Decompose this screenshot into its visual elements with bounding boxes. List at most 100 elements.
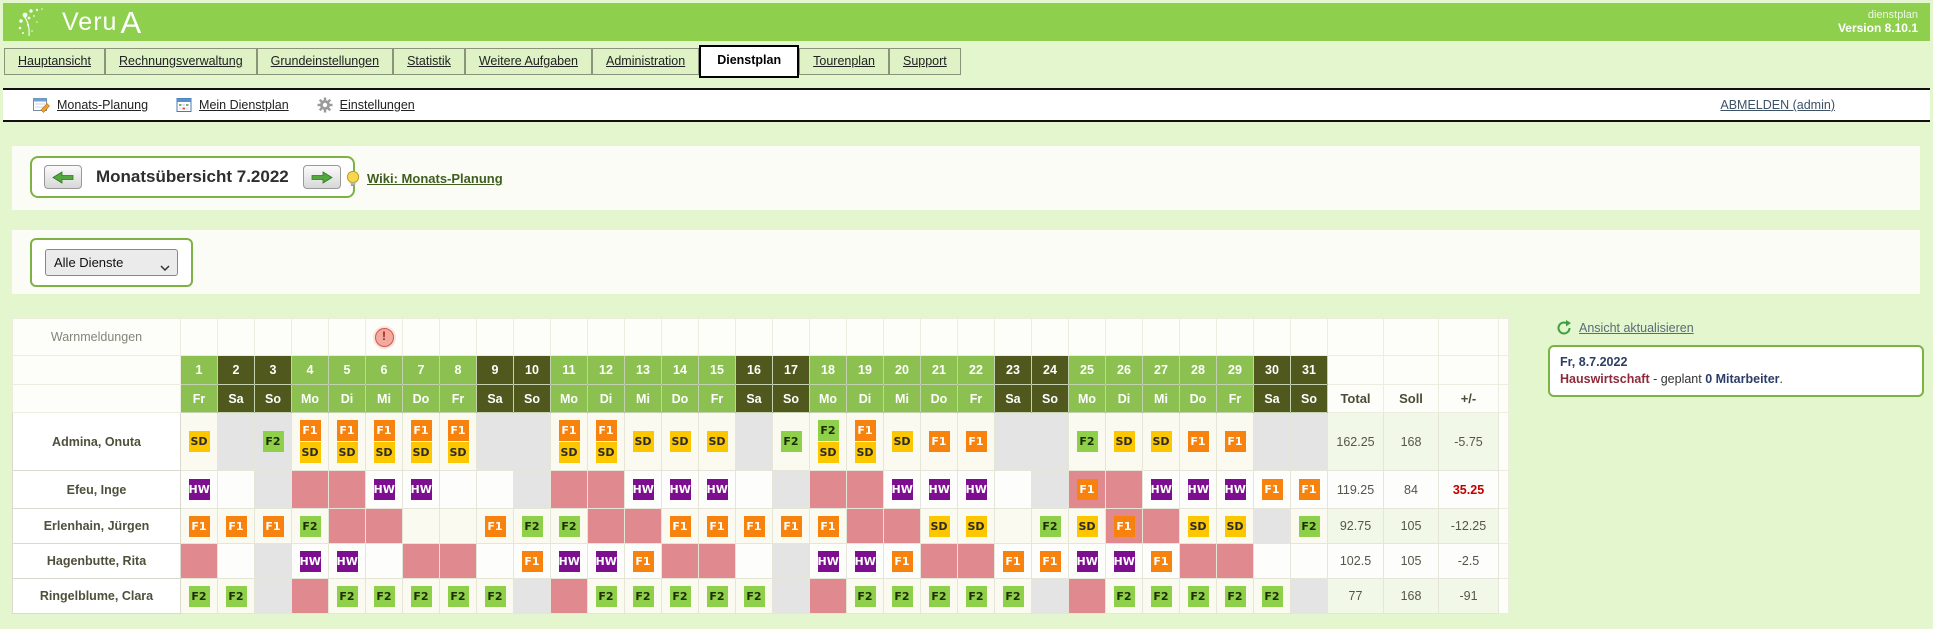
shift-cell-day-22[interactable]: HW	[958, 471, 995, 509]
shift-cell-day-26[interactable]	[1106, 471, 1143, 509]
shift-cell-day-27[interactable]: F1	[1143, 544, 1180, 579]
shift-cell-day-18[interactable]: F2SD	[810, 413, 847, 471]
shift-cell-day-28[interactable]: F1	[1180, 413, 1217, 471]
shift-cell-day-2[interactable]	[218, 544, 255, 579]
shift-cell-day-28[interactable]: HW	[1180, 471, 1217, 509]
shift-cell-day-8[interactable]: F1SD	[440, 413, 477, 471]
shift-cell-day-1[interactable]: HW	[181, 471, 218, 509]
shift-cell-day-11[interactable]	[551, 471, 588, 509]
subnav-item-einstellungen[interactable]: Einstellungen	[317, 97, 415, 113]
subnav-item-mein-dienstplan[interactable]: Mein Dienstplan	[176, 97, 289, 113]
tab-label[interactable]: Rechnungsverwaltung	[119, 54, 243, 68]
tab-tourenplan[interactable]: Tourenplan	[799, 48, 889, 75]
tab-support[interactable]: Support	[889, 48, 961, 75]
shift-cell-day-13[interactable]	[625, 509, 662, 544]
shift-cell-day-29[interactable]	[1217, 544, 1254, 579]
employee-name[interactable]: Admina, Onuta	[13, 413, 181, 471]
shift-cell-day-27[interactable]: HW	[1143, 471, 1180, 509]
shift-cell-day-22[interactable]: F2	[958, 579, 995, 614]
tab-dienstplan[interactable]: Dienstplan	[699, 45, 799, 78]
shift-cell-day-23[interactable]: F1	[995, 544, 1032, 579]
shift-cell-day-20[interactable]: F1	[884, 544, 921, 579]
shift-cell-day-21[interactable]: F1	[921, 413, 958, 471]
shift-cell-day-2[interactable]: F2	[218, 579, 255, 614]
shift-cell-day-2[interactable]	[218, 471, 255, 509]
tab-statistik[interactable]: Statistik	[393, 48, 465, 75]
shift-cell-day-27[interactable]: F2	[1143, 579, 1180, 614]
shift-cell-day-21[interactable]	[921, 544, 958, 579]
shift-cell-day-8[interactable]: F2	[440, 579, 477, 614]
shift-cell-day-12[interactable]: F1SD	[588, 413, 625, 471]
shift-cell-day-17[interactable]: F1	[773, 509, 810, 544]
shift-cell-day-20[interactable]: F2	[884, 579, 921, 614]
shift-cell-day-26[interactable]: F2	[1106, 579, 1143, 614]
shift-cell-day-4[interactable]	[292, 471, 329, 509]
warning-icon[interactable]: !	[375, 328, 394, 347]
shift-cell-day-10[interactable]: F2	[514, 509, 551, 544]
tab-label[interactable]: Weitere Aufgaben	[479, 54, 578, 68]
shift-cell-day-17[interactable]	[773, 544, 810, 579]
employee-name[interactable]: Ringelblume, Clara	[13, 579, 181, 614]
shift-cell-day-6[interactable]	[366, 509, 403, 544]
shift-cell-day-10[interactable]	[514, 413, 551, 471]
shift-cell-day-18[interactable]	[810, 471, 847, 509]
tab-label[interactable]: Dienstplan	[717, 53, 781, 67]
tab-administration[interactable]: Administration	[592, 48, 699, 75]
shift-cell-day-11[interactable]: F2	[551, 509, 588, 544]
shift-cell-day-3[interactable]: F2	[255, 413, 292, 471]
tab-label[interactable]: Hauptansicht	[18, 54, 91, 68]
shift-cell-day-3[interactable]	[255, 579, 292, 614]
shift-cell-day-10[interactable]	[514, 579, 551, 614]
shift-cell-day-14[interactable]: F2	[662, 579, 699, 614]
shift-cell-day-4[interactable]: HW	[292, 544, 329, 579]
shift-cell-day-16[interactable]: F1	[736, 509, 773, 544]
shift-cell-day-25[interactable]: HW	[1069, 544, 1106, 579]
shift-cell-day-7[interactable]	[403, 509, 440, 544]
refresh-view-link[interactable]: Ansicht aktualisieren	[1579, 321, 1694, 335]
tab-label[interactable]: Administration	[606, 54, 685, 68]
shift-cell-day-15[interactable]: F2	[699, 579, 736, 614]
shift-cell-day-17[interactable]	[773, 471, 810, 509]
shift-cell-day-13[interactable]: SD	[625, 413, 662, 471]
shift-cell-day-24[interactable]: F2	[1032, 509, 1069, 544]
shift-cell-day-22[interactable]: F1	[958, 413, 995, 471]
shift-cell-day-29[interactable]: F1	[1217, 413, 1254, 471]
shift-cell-day-22[interactable]	[958, 544, 995, 579]
shift-cell-day-6[interactable]: HW	[366, 471, 403, 509]
subnav-link[interactable]: Einstellungen	[340, 98, 415, 112]
shift-cell-day-26[interactable]: SD	[1106, 413, 1143, 471]
shift-cell-day-30[interactable]	[1254, 544, 1291, 579]
tab-hauptansicht[interactable]: Hauptansicht	[4, 48, 105, 75]
employee-name[interactable]: Erlenhain, Jürgen	[13, 509, 181, 544]
shift-cell-day-6[interactable]	[366, 544, 403, 579]
shift-cell-day-14[interactable]: F1	[662, 509, 699, 544]
shift-cell-day-14[interactable]: HW	[662, 471, 699, 509]
shift-cell-day-19[interactable]: F1SD	[847, 413, 884, 471]
shift-cell-day-16[interactable]	[736, 413, 773, 471]
shift-cell-day-26[interactable]: HW	[1106, 544, 1143, 579]
shift-cell-day-9[interactable]	[477, 471, 514, 509]
shift-cell-day-3[interactable]	[255, 471, 292, 509]
shift-cell-day-18[interactable]: HW	[810, 544, 847, 579]
shift-cell-day-30[interactable]: F2	[1254, 579, 1291, 614]
shift-cell-day-31[interactable]: F1	[1291, 471, 1328, 509]
shift-cell-day-20[interactable]: HW	[884, 471, 921, 509]
shift-cell-day-31[interactable]	[1291, 544, 1328, 579]
shift-cell-day-1[interactable]	[181, 544, 218, 579]
shift-cell-day-3[interactable]: F1	[255, 509, 292, 544]
tab-label[interactable]: Grundeinstellungen	[271, 54, 379, 68]
shift-cell-day-28[interactable]	[1180, 544, 1217, 579]
shift-cell-day-9[interactable]: F1	[477, 509, 514, 544]
shift-cell-day-30[interactable]	[1254, 509, 1291, 544]
shift-cell-day-31[interactable]	[1291, 579, 1328, 614]
logout-link[interactable]: ABMELDEN (admin)	[1720, 98, 1835, 112]
shift-cell-day-8[interactable]	[440, 509, 477, 544]
shift-cell-day-29[interactable]: HW	[1217, 471, 1254, 509]
shift-cell-day-19[interactable]: F2	[847, 579, 884, 614]
subnav-link[interactable]: Monats-Planung	[57, 98, 148, 112]
shift-cell-day-15[interactable]	[699, 544, 736, 579]
shift-cell-day-2[interactable]: F1	[218, 509, 255, 544]
shift-cell-day-29[interactable]: F2	[1217, 579, 1254, 614]
shift-cell-day-13[interactable]: F2	[625, 579, 662, 614]
shift-cell-day-2[interactable]	[218, 413, 255, 471]
